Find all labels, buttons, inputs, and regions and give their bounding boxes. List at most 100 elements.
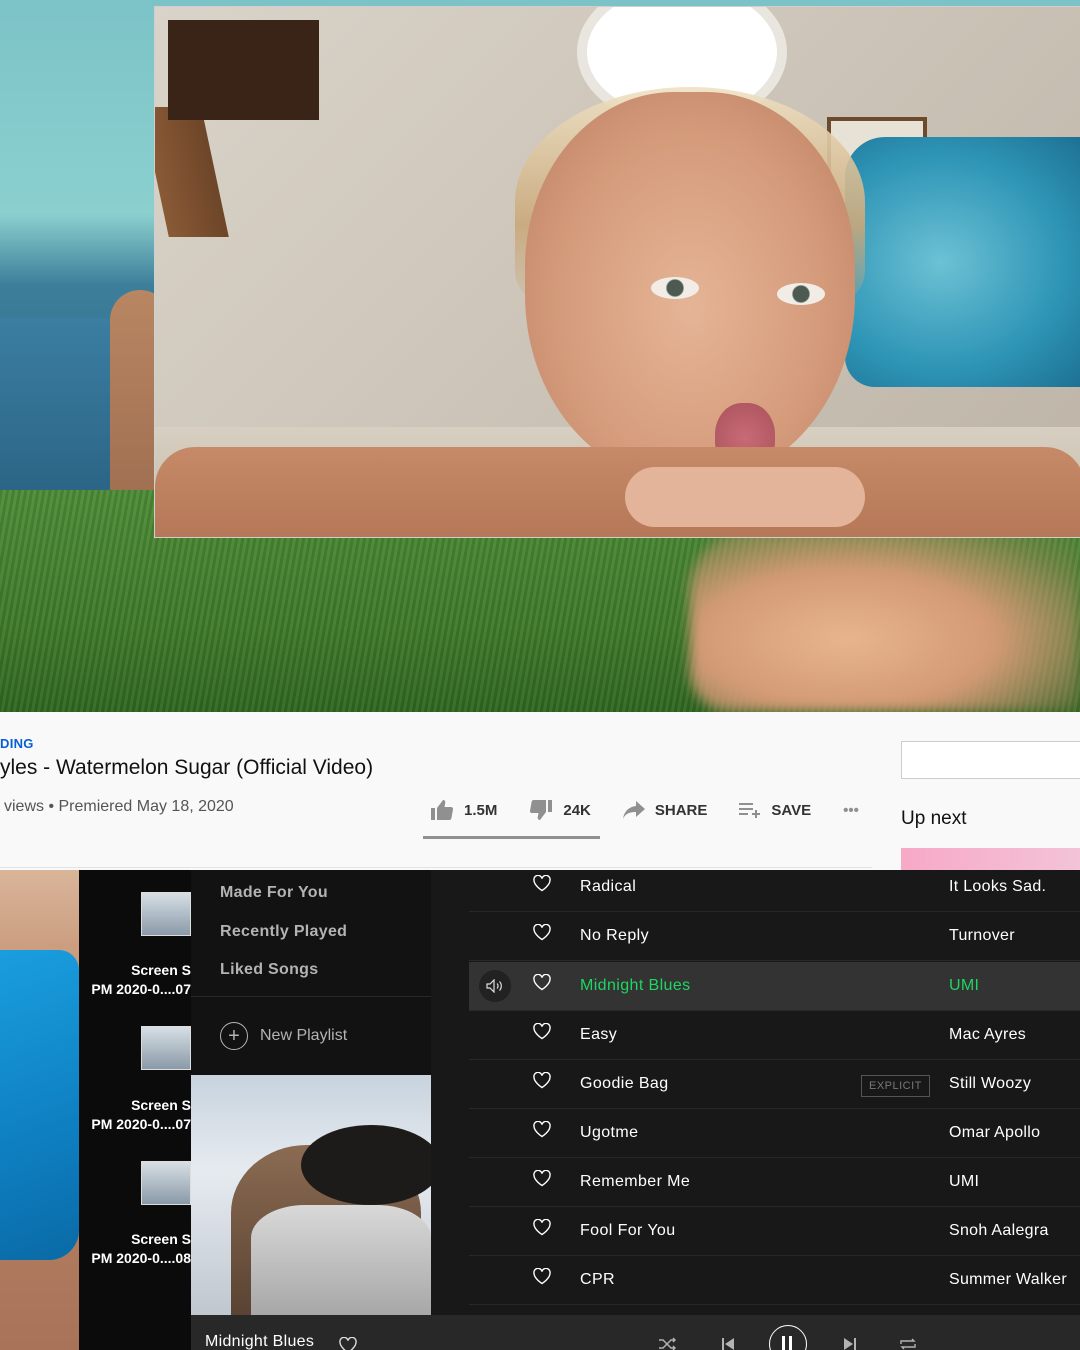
- thumbs-up-icon: [431, 800, 454, 820]
- more-icon: •••: [843, 801, 859, 819]
- like-count: 1.5M: [464, 801, 498, 819]
- spotify-gutter: [431, 870, 469, 1315]
- track-title: Radical: [580, 878, 637, 895]
- heart-icon[interactable]: [339, 1337, 357, 1350]
- heart-icon[interactable]: [533, 1121, 551, 1138]
- like-button[interactable]: 1.5M: [430, 799, 497, 821]
- screenshot-date: PM 2020-0....08: [91, 1250, 191, 1266]
- screenshot-date: PM 2020-0....07: [91, 981, 191, 997]
- share-label: SHARE: [654, 801, 708, 819]
- track-artist[interactable]: UMI: [949, 1158, 979, 1206]
- screenshot-thumbnail[interactable]: [141, 892, 191, 936]
- blue-bikini: [0, 950, 79, 1260]
- cover-hair: [301, 1125, 431, 1205]
- trending-label[interactable]: DING: [0, 736, 34, 751]
- track-artist[interactable]: Snoh Aalegra: [949, 1207, 1049, 1255]
- up-next-thumbnail[interactable]: [901, 848, 1080, 870]
- blurred-hand: [690, 530, 1080, 712]
- heart-icon[interactable]: [533, 1072, 551, 1089]
- track-artist[interactable]: Summer Walker: [949, 1256, 1067, 1304]
- screenshot-date: PM 2020-0....07: [91, 1116, 191, 1132]
- track-row[interactable]: CPR Summer Walker: [469, 1256, 1080, 1305]
- heart-icon[interactable]: [533, 924, 551, 941]
- search-input[interactable]: [901, 741, 1080, 779]
- track-artist[interactable]: It Looks Sad.: [949, 870, 1046, 911]
- screenshot-name: Screen S: [131, 962, 191, 978]
- track-title: No Reply: [580, 927, 650, 944]
- dislike-button[interactable]: 24K: [529, 799, 591, 821]
- nav-made-for-you[interactable]: Made For You: [220, 884, 328, 902]
- nav-liked-songs[interactable]: Liked Songs: [220, 961, 318, 979]
- save-label: SAVE: [771, 801, 812, 819]
- repeat-icon[interactable]: [899, 1337, 917, 1350]
- track-artist[interactable]: Omar Apollo: [949, 1109, 1040, 1157]
- arms: [155, 447, 1080, 537]
- desktop-files: Screen S PM 2020-0....07 Screen S PM 202…: [79, 870, 191, 1350]
- heart-icon[interactable]: [533, 1219, 551, 1236]
- heart-icon[interactable]: [533, 875, 551, 892]
- new-playlist-button[interactable]: + New Playlist: [220, 1022, 347, 1050]
- nav-recently-played[interactable]: Recently Played: [220, 923, 347, 941]
- cover-shirt: [251, 1205, 431, 1315]
- album-cover-art[interactable]: [191, 1075, 431, 1315]
- track-row[interactable]: Fool For You Snoh Aalegra: [469, 1207, 1080, 1256]
- censor-box: [168, 20, 319, 120]
- heart-icon[interactable]: [533, 1023, 551, 1040]
- track-title: Goodie Bag: [580, 1075, 669, 1092]
- more-actions-button[interactable]: •••: [843, 802, 859, 819]
- bikini-photo: [0, 870, 79, 1350]
- track-row[interactable]: Radical It Looks Sad.: [469, 870, 1080, 912]
- bed-blanket: [845, 137, 1080, 387]
- thumbs-down-icon: [530, 800, 553, 820]
- heart-icon[interactable]: [533, 974, 551, 991]
- like-ratio-bar: [423, 836, 600, 839]
- video-meta: views • Premiered May 18, 2020: [4, 798, 234, 815]
- up-next-heading: Up next: [901, 808, 967, 829]
- explicit-badge: EXPLICIT: [861, 1075, 930, 1097]
- spotify-sidebar: Made For You Recently Played Liked Songs…: [191, 870, 431, 1076]
- heart-icon[interactable]: [533, 1170, 551, 1187]
- track-artist[interactable]: UMI: [949, 962, 979, 1010]
- track-row[interactable]: Remember Me UMI: [469, 1158, 1080, 1207]
- left-eye: [651, 277, 699, 299]
- track-row-playing[interactable]: Midnight Blues UMI: [469, 962, 1080, 1011]
- share-icon: [622, 801, 645, 819]
- video-title: yles - Watermelon Sugar (Official Video): [0, 756, 374, 779]
- now-playing-title[interactable]: Midnight Blues: [205, 1333, 314, 1350]
- save-button[interactable]: SAVE: [739, 801, 811, 819]
- screenshot-thumbnail[interactable]: [141, 1026, 191, 1070]
- share-button[interactable]: SHARE: [622, 801, 708, 819]
- track-title: Midnight Blues: [580, 977, 691, 994]
- track-row[interactable]: Easy Mac Ayres: [469, 1011, 1080, 1060]
- screenshot-name: Screen S: [131, 1097, 191, 1113]
- pause-icon: [782, 1336, 792, 1350]
- track-row[interactable]: Ugotme Omar Apollo: [469, 1109, 1080, 1158]
- previous-icon[interactable]: [721, 1337, 735, 1350]
- wall-shelf: [155, 107, 229, 237]
- track-artist[interactable]: Turnover: [949, 912, 1015, 960]
- youtube-video-info: DING yles - Watermelon Sugar (Official V…: [0, 712, 1080, 870]
- shuffle-icon[interactable]: [659, 1337, 677, 1350]
- tracklist: Radical It Looks Sad. No Reply Turnover …: [469, 870, 1080, 1315]
- speaker-icon[interactable]: [479, 970, 511, 1002]
- track-row[interactable]: Goodie Bag EXPLICIT Still Woozy: [469, 1060, 1080, 1109]
- hands: [625, 467, 865, 527]
- screenshot-name: Screen S: [131, 1231, 191, 1247]
- heart-icon[interactable]: [533, 1268, 551, 1285]
- pause-button[interactable]: [769, 1325, 807, 1350]
- divider: [191, 996, 431, 997]
- video-actions: 1.5M 24K SHARE SAVE •••: [430, 796, 891, 824]
- next-icon[interactable]: [843, 1337, 857, 1350]
- screenshot-thumbnail[interactable]: [141, 1161, 191, 1205]
- track-title: Ugotme: [580, 1124, 639, 1141]
- dislike-count: 24K: [563, 801, 591, 819]
- track-artist[interactable]: Mac Ayres: [949, 1011, 1026, 1059]
- track-title: Easy: [580, 1026, 618, 1043]
- track-title: Fool For You: [580, 1222, 676, 1239]
- background-photo: [0, 0, 1080, 712]
- save-playlist-icon: [739, 803, 761, 818]
- track-title: Remember Me: [580, 1173, 691, 1190]
- track-row[interactable]: No Reply Turnover: [469, 912, 1080, 961]
- track-artist[interactable]: Still Woozy: [949, 1060, 1031, 1108]
- right-eye: [777, 283, 825, 305]
